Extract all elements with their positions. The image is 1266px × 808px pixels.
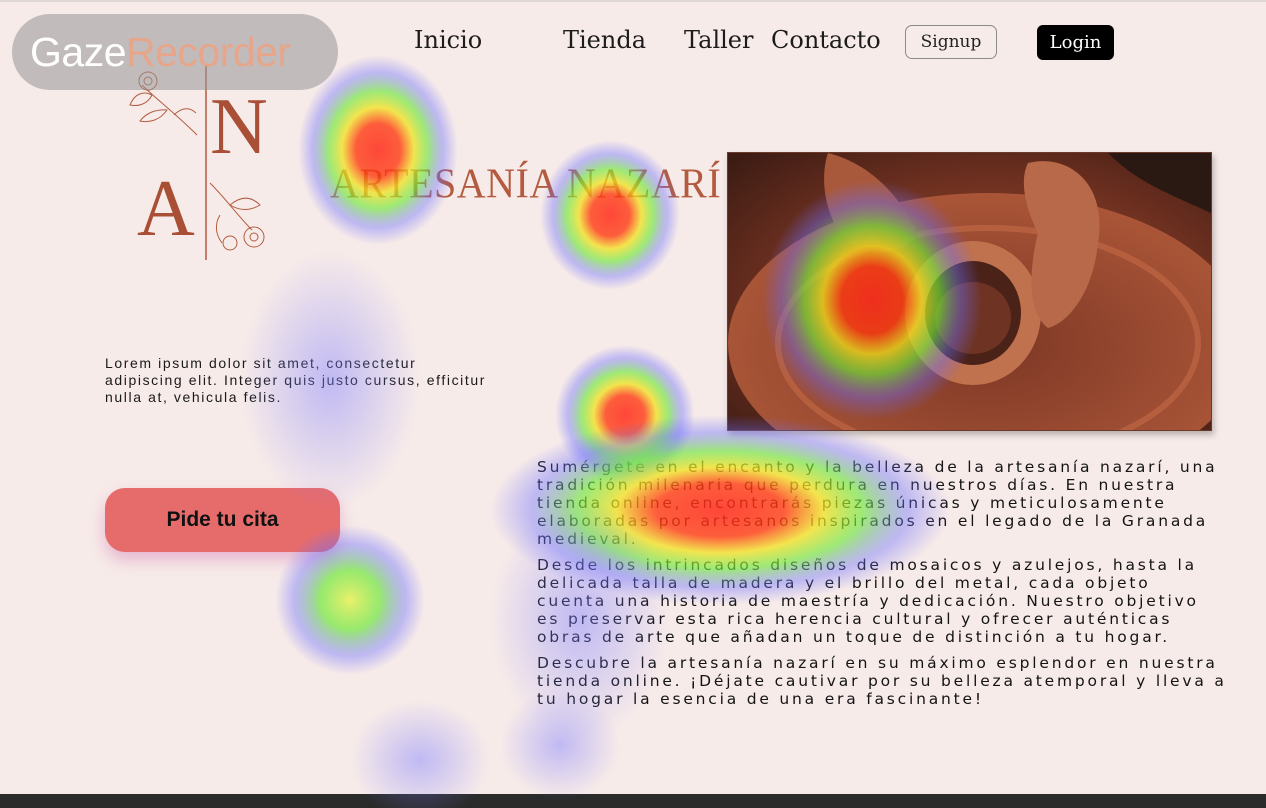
pottery-hero-image <box>727 152 1212 431</box>
intro-text: Lorem ipsum dolor sit amet, consectetur … <box>105 355 487 405</box>
nav-link-tienda[interactable]: Tienda <box>563 26 646 54</box>
description-text: Sumérgete en el encanto y la belleza de … <box>537 458 1227 716</box>
logo-letter-a: A <box>137 165 195 253</box>
watermark-word-gaze: Gaze <box>30 28 127 75</box>
paragraph: Sumérgete en el encanto y la belleza de … <box>537 458 1218 548</box>
brand-logo: N A <box>129 65 268 260</box>
watermark-word-recorder: Recorder <box>126 28 291 75</box>
nav-link-taller[interactable]: Taller <box>684 26 753 54</box>
nav-link-contacto[interactable]: Contacto <box>771 26 881 54</box>
paragraph: Desde los intrincados diseños de mosaico… <box>537 556 1199 646</box>
login-button[interactable]: Login <box>1037 25 1114 60</box>
paragraph: Descubre la artesanía nazarí en su máxim… <box>537 654 1227 708</box>
signup-button[interactable]: Signup <box>905 25 997 59</box>
window-top-border <box>0 0 1266 2</box>
window-bottom-bar <box>0 794 1266 808</box>
book-appointment-button[interactable]: Pide tu cita <box>105 488 340 552</box>
brand-title: ARTESANÍA NAZARÍ <box>330 159 722 208</box>
logo-letter-n: N <box>210 83 268 171</box>
gazerecorder-watermark: Gaze Recorder <box>12 14 338 90</box>
nav-link-inicio[interactable]: Inicio <box>414 26 482 54</box>
